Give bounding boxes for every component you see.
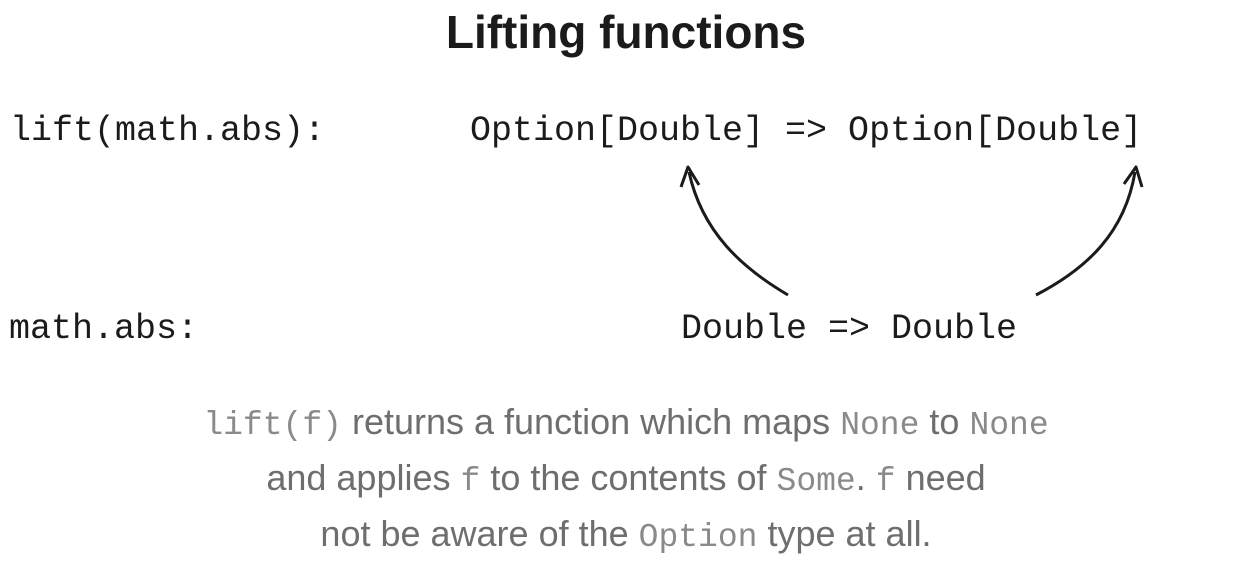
code-option: Option (638, 519, 758, 556)
caption-text: not be aware of the (320, 513, 639, 554)
caption-text: . (855, 457, 876, 498)
code-lift-f: lift(f) (203, 407, 342, 444)
caption-line-1: lift(f) returns a function which maps No… (0, 396, 1252, 452)
caption-line-3: not be aware of the Option type at all. (0, 508, 1252, 564)
code-f: f (875, 463, 896, 500)
arrow-right-curve (1035, 171, 1137, 297)
caption-text: and applies (266, 457, 461, 498)
caption-text: type at all. (757, 513, 932, 554)
caption-text: returns a function which maps (341, 401, 841, 442)
arrow-left-curve (687, 171, 789, 297)
caption-text: to (919, 401, 970, 442)
caption-text: to the contents of (480, 457, 777, 498)
code-f: f (460, 463, 481, 500)
code-none: None (969, 407, 1049, 444)
code-none: None (840, 407, 920, 444)
caption-text: need (895, 457, 986, 498)
code-some: Some (776, 463, 856, 500)
caption-line-2: and applies f to the contents of Some. f… (0, 452, 1252, 508)
caption: lift(f) returns a function which maps No… (0, 396, 1252, 564)
